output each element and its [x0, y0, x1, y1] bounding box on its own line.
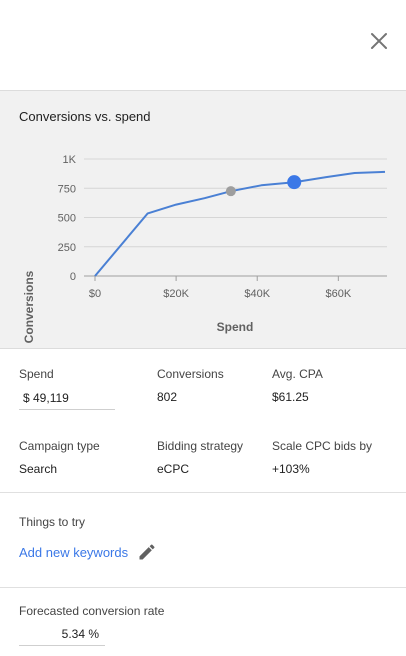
- things-to-try-title: Things to try: [19, 515, 86, 529]
- chart-panel: Conversions vs. spend Conversions Spend …: [0, 90, 406, 349]
- y-tick-label: 0: [70, 271, 76, 283]
- forecast-label: Forecasted conversion rate: [19, 604, 165, 618]
- bidding-strategy-label: Bidding strategy: [157, 439, 244, 453]
- bidding-strategy-value: eCPC: [157, 462, 190, 476]
- campaign-type-label: Campaign type: [19, 439, 100, 453]
- y-axis-label: Conversions: [22, 270, 36, 343]
- y-tick-label: 750: [58, 183, 76, 195]
- header-bar: [0, 0, 406, 90]
- y-tick-label: 500: [58, 213, 76, 225]
- scale-cpc-label: Scale CPC bids by: [272, 439, 373, 453]
- campaign-type-value: Search: [19, 462, 58, 476]
- spend-input[interactable]: [19, 386, 115, 410]
- reference-point-marker: [225, 186, 236, 197]
- conversions-chart: Conversions Spend 0 250 500 750 1K $0 $20K $40K…: [22, 154, 387, 343]
- conversions-line: [94, 170, 386, 277]
- y-tick-label: 1K: [63, 154, 77, 166]
- avg-cpa-value: $61.25: [272, 390, 309, 404]
- spend-label: Spend: [19, 367, 54, 381]
- x-tick-label: $20K: [163, 288, 189, 300]
- current-spend-marker: [287, 175, 302, 190]
- add-new-keywords-link[interactable]: Add new keywords: [19, 545, 128, 560]
- divider: [0, 492, 406, 493]
- pencil-icon[interactable]: [137, 542, 157, 562]
- x-axis-label: Spend: [217, 320, 254, 334]
- y-tick-label: 250: [58, 242, 76, 254]
- divider: [0, 587, 406, 588]
- x-tick-label: $0: [89, 288, 101, 300]
- conversions-value: 802: [157, 390, 178, 404]
- scale-cpc-value: +103%: [272, 462, 310, 476]
- avg-cpa-label: Avg. CPA: [272, 367, 323, 381]
- close-icon[interactable]: [368, 30, 390, 52]
- x-tick-label: $40K: [244, 288, 270, 300]
- forecast-rate-input[interactable]: [19, 622, 105, 646]
- conversions-label: Conversions: [157, 367, 224, 381]
- x-tick-label: $60K: [325, 288, 351, 300]
